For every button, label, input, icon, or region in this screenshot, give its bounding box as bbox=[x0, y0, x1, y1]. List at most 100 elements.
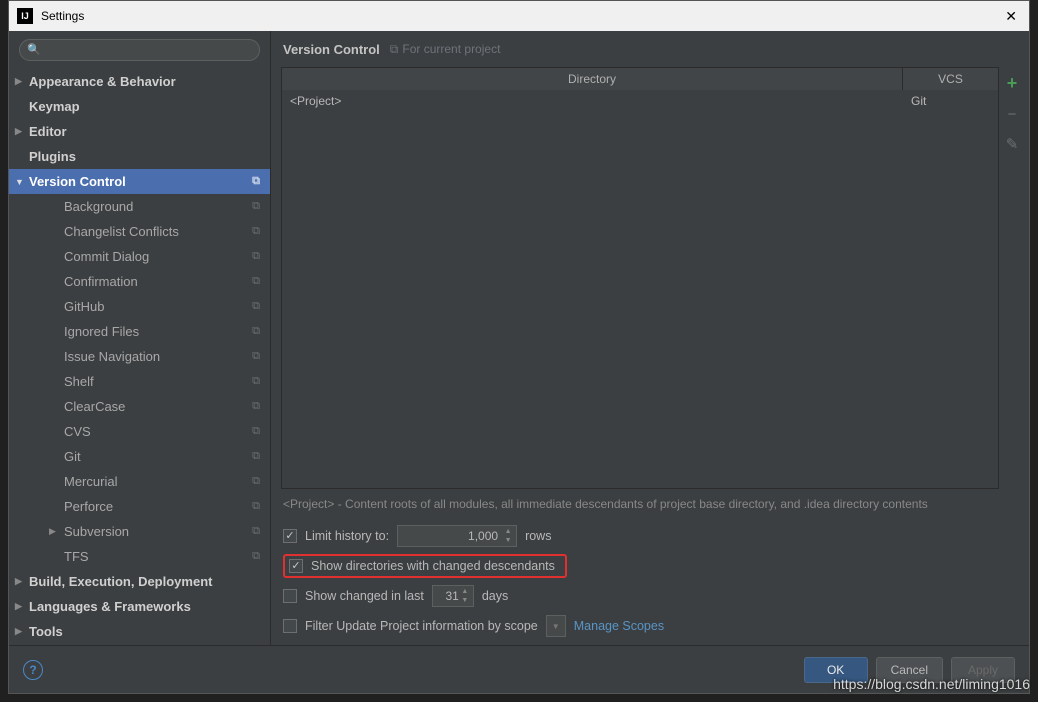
remove-icon[interactable]: − bbox=[1008, 106, 1017, 123]
settings-tree: ▶Appearance & BehaviorKeymap▶EditorPlugi… bbox=[9, 69, 270, 645]
copy-icon: ⧉ bbox=[252, 425, 260, 438]
copy-icon: ⧉ bbox=[252, 250, 260, 263]
sidebar-item-git[interactable]: Git ⧉ bbox=[9, 444, 270, 469]
sidebar-item-github[interactable]: GitHub⧉ bbox=[9, 294, 270, 319]
sidebar-item-label: Subversion bbox=[64, 524, 129, 539]
show-changed-checkbox[interactable] bbox=[283, 589, 297, 603]
sidebar-item-keymap[interactable]: Keymap bbox=[9, 94, 270, 119]
sidebar-item-shelf[interactable]: Shelf ⧉ bbox=[9, 369, 270, 394]
project-description: <Project> - Content roots of all modules… bbox=[271, 489, 1029, 517]
sidebar-item-changelist-conflicts[interactable]: Changelist Conflicts ⧉ bbox=[9, 219, 270, 244]
apply-button[interactable]: Apply bbox=[951, 657, 1015, 683]
sidebar-item-label: TFS bbox=[64, 549, 89, 564]
ok-button[interactable]: OK bbox=[804, 657, 868, 683]
close-icon[interactable]: ✕ bbox=[1001, 8, 1021, 25]
copy-icon: ⧉ bbox=[252, 450, 260, 463]
sidebar-item-tfs[interactable]: TFS⧉ bbox=[9, 544, 270, 569]
copy-icon: ⧉ bbox=[252, 475, 260, 488]
sidebar-item-commit-dialog[interactable]: Commit Dialog ⧉ bbox=[9, 244, 270, 269]
sidebar-item-label: Build, Execution, Deployment bbox=[29, 574, 212, 589]
opt-filter-scope: Filter Update Project information by sco… bbox=[283, 611, 1017, 641]
filter-scope-label: Filter Update Project information by sco… bbox=[305, 619, 538, 633]
sidebar-item-label: Version Control bbox=[29, 174, 126, 189]
chevron-icon: ▶ bbox=[15, 626, 22, 637]
col-vcs[interactable]: VCS bbox=[903, 68, 998, 90]
sidebar-item-label: Plugins bbox=[29, 149, 76, 164]
opt-show-directories: Show directories with changed descendant… bbox=[283, 551, 1017, 581]
limit-history-checkbox[interactable] bbox=[283, 529, 297, 543]
sidebar-item-issue-navigation[interactable]: Issue Navigation⧉ bbox=[9, 344, 270, 369]
sidebar-item-confirmation[interactable]: Confirmation⧉ bbox=[9, 269, 270, 294]
col-directory[interactable]: Directory bbox=[282, 68, 903, 90]
footer: ? OK Cancel Apply bbox=[9, 645, 1029, 693]
search-wrap: 🔍 bbox=[9, 31, 270, 69]
sidebar-item-plugins[interactable]: Plugins bbox=[9, 144, 270, 169]
sidebar-item-label: Mercurial bbox=[64, 474, 117, 489]
sidebar-item-label: Background bbox=[64, 199, 133, 214]
sidebar-item-label: Appearance & Behavior bbox=[29, 74, 176, 89]
sidebar-item-version-control[interactable]: ▼Version Control⧉ bbox=[9, 169, 270, 194]
sidebar-item-ignored-files[interactable]: Ignored Files ⧉ bbox=[9, 319, 270, 344]
sidebar-item-perforce[interactable]: Perforce ⧉ bbox=[9, 494, 270, 519]
vcs-table-area: Directory VCS <Project> Git + − ✎ bbox=[281, 67, 1025, 489]
sidebar-item-mercurial[interactable]: Mercurial ⧉ bbox=[9, 469, 270, 494]
page-subtitle: ⧉ For current project bbox=[390, 42, 501, 57]
sidebar-item-label: Confirmation bbox=[64, 274, 138, 289]
chevron-icon: ▶ bbox=[15, 576, 22, 587]
sidebar-item-build-execution-deployment[interactable]: ▶ Build, Execution, Deployment bbox=[9, 569, 270, 594]
sidebar: 🔍 ▶Appearance & BehaviorKeymap▶EditorPlu… bbox=[9, 31, 271, 645]
filter-scope-checkbox[interactable] bbox=[283, 619, 297, 633]
copy-icon: ⧉ bbox=[252, 500, 260, 513]
spinner-icon[interactable]: ▲▼ bbox=[501, 527, 515, 545]
show-changed-suffix: days bbox=[482, 589, 508, 603]
sidebar-item-languages-frameworks[interactable]: ▶Languages & Frameworks bbox=[9, 594, 270, 619]
table-header: Directory VCS bbox=[282, 68, 998, 90]
help-icon[interactable]: ? bbox=[23, 660, 43, 680]
limit-history-label: Limit history to: bbox=[305, 529, 389, 543]
sidebar-item-subversion[interactable]: ▶Subversion⧉ bbox=[9, 519, 270, 544]
sidebar-item-cvs[interactable]: CVS⧉ bbox=[9, 419, 270, 444]
sidebar-item-label: Keymap bbox=[29, 99, 80, 114]
project-icon: ⧉ bbox=[390, 42, 399, 57]
manage-scopes-link[interactable]: Manage Scopes bbox=[574, 619, 664, 633]
spinner-icon[interactable]: ▲▼ bbox=[458, 587, 472, 605]
sidebar-item-label: Shelf bbox=[64, 374, 94, 389]
vcs-table: Directory VCS <Project> Git bbox=[281, 67, 999, 489]
show-changed-label: Show changed in last bbox=[305, 589, 424, 603]
show-changed-input[interactable]: 31 ▲▼ bbox=[432, 585, 474, 607]
sidebar-item-label: Commit Dialog bbox=[64, 249, 149, 264]
cell-directory: <Project> bbox=[282, 90, 903, 112]
copy-icon: ⧉ bbox=[252, 375, 260, 388]
copy-icon: ⧉ bbox=[252, 300, 260, 313]
sidebar-item-clearcase[interactable]: ClearCase ⧉ bbox=[9, 394, 270, 419]
limit-history-input[interactable]: 1,000 ▲▼ bbox=[397, 525, 517, 547]
sidebar-item-label: Languages & Frameworks bbox=[29, 599, 191, 614]
copy-icon: ⧉ bbox=[252, 350, 260, 363]
show-directories-checkbox[interactable] bbox=[289, 559, 303, 573]
body: 🔍 ▶Appearance & BehaviorKeymap▶EditorPlu… bbox=[9, 31, 1029, 645]
highlight-box: Show directories with changed descendant… bbox=[283, 554, 567, 578]
search-input[interactable] bbox=[19, 39, 260, 61]
sidebar-item-label: ClearCase bbox=[64, 399, 125, 414]
edit-icon[interactable]: ✎ bbox=[1006, 135, 1019, 153]
sidebar-item-appearance-behavior[interactable]: ▶Appearance & Behavior bbox=[9, 69, 270, 94]
sidebar-item-tools[interactable]: ▶Tools bbox=[9, 619, 270, 644]
add-icon[interactable]: + bbox=[1007, 73, 1018, 94]
titlebar: IJ Settings ✕ bbox=[9, 1, 1029, 31]
copy-icon: ⧉ bbox=[252, 225, 260, 238]
copy-icon: ⧉ bbox=[252, 325, 260, 338]
sidebar-item-label: Ignored Files bbox=[64, 324, 139, 339]
sidebar-item-editor[interactable]: ▶Editor bbox=[9, 119, 270, 144]
limit-history-suffix: rows bbox=[525, 529, 551, 543]
table-row[interactable]: <Project> Git bbox=[282, 90, 998, 112]
main-panel: Version Control ⧉ For current project Di… bbox=[271, 31, 1029, 645]
copy-icon: ⧉ bbox=[252, 175, 260, 188]
scope-dropdown[interactable]: ▼ bbox=[546, 615, 566, 637]
copy-icon: ⧉ bbox=[252, 400, 260, 413]
cancel-button[interactable]: Cancel bbox=[876, 657, 943, 683]
show-directories-label: Show directories with changed descendant… bbox=[311, 559, 555, 573]
sidebar-item-background[interactable]: Background⧉ bbox=[9, 194, 270, 219]
sidebar-item-label: Perforce bbox=[64, 499, 113, 514]
sidebar-item-label: Git bbox=[64, 449, 81, 464]
sidebar-item-label: Changelist Conflicts bbox=[64, 224, 179, 239]
